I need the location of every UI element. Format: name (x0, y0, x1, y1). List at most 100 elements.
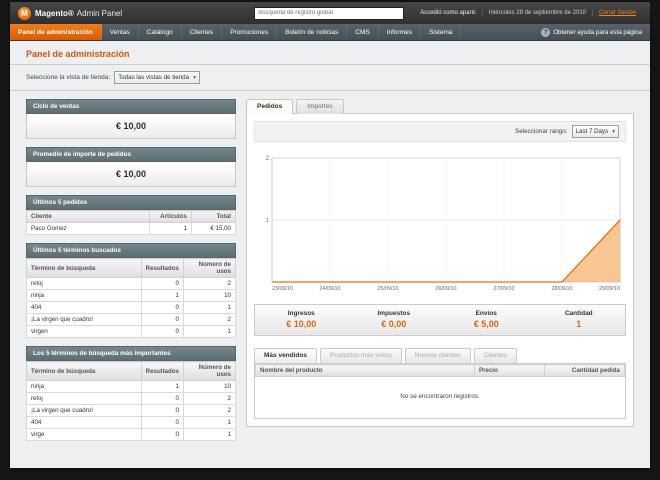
stat-value: € 10,00 (286, 319, 317, 329)
brand-name: Magento® (35, 8, 74, 18)
browser-viewport: M Magento® Admin Panel Accedió como apar… (10, 2, 650, 468)
main-nav: Panel de administración Ventas Catálogo … (10, 24, 650, 41)
top-search-table: Término de búsqueda Resultados Número de… (26, 361, 236, 441)
top-search-title: Los 5 términos de búsqueda más important… (26, 346, 236, 361)
table-row[interactable]: reloj 0 2 (26, 392, 236, 405)
tab-new-customers[interactable]: Nuevos clientes (404, 348, 471, 363)
table-row[interactable]: Paco Gomez 1 € 15,00 (26, 222, 236, 235)
stat-label: Impuestos (377, 310, 410, 317)
cell-uses: 1 (183, 428, 236, 441)
cell-results: 0 (140, 416, 185, 429)
svg-text:29/09/10: 29/09/10 (599, 286, 620, 292)
cell-uses: 2 (183, 277, 236, 290)
nav-item-customers[interactable]: Clientes (182, 24, 223, 40)
stat-value: € 5,00 (473, 319, 499, 329)
dashboard-left-column: Ciclo de ventas € 10,00 Promedio de impo… (26, 99, 236, 449)
store-view-row: Seleccione la vista de tienda: Todas las… (10, 65, 650, 91)
store-view-value: Todas las vistas de tienda (118, 74, 190, 81)
orders-chart: 1 2 23/09/10 24/09/10 25/09/10 26/09/10 27/09/… (266, 156, 621, 292)
stat-value: 1 (576, 319, 582, 329)
nav-item-promotions[interactable]: Promociones (222, 24, 278, 40)
nav-item-cms[interactable]: CMS (347, 24, 379, 40)
table-row[interactable]: virgen 0 1 (26, 325, 236, 338)
chevron-down-icon: ▾ (193, 74, 196, 81)
chevron-down-icon: ▾ (612, 128, 615, 135)
tab-customers[interactable]: Clientes (473, 348, 518, 363)
cell-results: 0 (140, 392, 185, 405)
page-title: Panel de administración (26, 49, 130, 59)
top-search-panel: Los 5 términos de búsqueda más important… (26, 346, 236, 441)
help-link[interactable]: ? Obtener ayuda para esta página (533, 24, 650, 40)
stat-shipping: Envíos € 5,00 (440, 305, 533, 335)
lifetime-sales-panel: Ciclo de ventas € 10,00 (26, 99, 236, 139)
cell-results: 0 (140, 313, 185, 326)
col-header: Precio (474, 364, 545, 377)
svg-text:1: 1 (266, 218, 270, 224)
last-search-table: Término de búsqueda Resultados Número de… (26, 258, 236, 338)
average-orders-title: Promedio de importe de pedidos (26, 147, 236, 162)
col-header: Artículos (149, 210, 192, 223)
cell-term: ¡La virgen que cuadro! (26, 404, 142, 417)
last-search-panel: Últimos 5 términos buscados Término de b… (26, 243, 236, 338)
tab-amounts[interactable]: Importes (296, 99, 344, 114)
table-row[interactable]: ninja 1 10 (26, 380, 236, 393)
average-orders-panel: Promedio de importe de pedidos € 10,00 (26, 147, 236, 187)
table-row[interactable]: ¡La virgen que cuadro! 0 2 (26, 404, 236, 417)
dashboard-right-column: Pedidos Importes Seleccionar rango: Last… (246, 99, 634, 449)
tab-most-viewed[interactable]: Productos más vistos (319, 348, 402, 363)
nav-item-sales[interactable]: Ventas (102, 24, 139, 40)
cell-results: 1 (140, 289, 185, 302)
cell-uses: 10 (183, 380, 236, 393)
tab-orders[interactable]: Pedidos (246, 99, 294, 114)
cell-results: 0 (140, 325, 185, 338)
nav-item-system[interactable]: Sistema (421, 24, 462, 40)
cell-term: ninja (26, 289, 142, 302)
product-tabs: Más vendidos Productos más vistos Nuevos… (254, 348, 626, 363)
stat-label: Ingresos (287, 310, 315, 317)
cell-term: 404 (26, 301, 142, 314)
cell-uses: 10 (183, 289, 236, 302)
range-select[interactable]: Last 7 Days ▾ (571, 125, 619, 138)
cell-total: € 15,00 (191, 222, 236, 235)
chart-tabs: Pedidos Importes (246, 99, 634, 114)
app-title: Admin Panel (76, 8, 123, 18)
cell-customer: Paco Gomez (26, 222, 150, 235)
nav-item-newsletter[interactable]: Boletín de noticias (277, 24, 348, 40)
tab-bestsellers[interactable]: Más vendidos (254, 348, 317, 363)
store-view-label: Seleccione la vista de tienda: (26, 74, 111, 81)
table-row[interactable]: 404 0 1 (26, 416, 236, 429)
cell-items: 1 (149, 222, 192, 235)
nav-item-dashboard[interactable]: Panel de administración (10, 24, 102, 40)
table-row[interactable]: 404 0 1 (26, 301, 236, 314)
stat-label: Cantidad (564, 310, 593, 317)
table-row[interactable]: reloj 0 2 (26, 277, 236, 290)
col-header: Término de búsqueda (26, 361, 142, 381)
cell-term: virgen (26, 325, 142, 338)
page-head: Panel de administración (10, 41, 650, 65)
logout-link[interactable]: Cerrar Sesión (591, 10, 642, 16)
admin-header: M Magento® Admin Panel Accedió como apar… (10, 2, 650, 24)
lifetime-sales-value: € 10,00 (26, 114, 236, 139)
table-row[interactable]: ¡La virgen que cuadro! 0 2 (26, 313, 236, 326)
stat-quantity: Cantidad 1 (533, 305, 626, 335)
range-row: Seleccionar rango: Last 7 Days ▾ (254, 121, 626, 142)
cell-results: 0 (140, 428, 185, 441)
last-orders-title: Últimos 5 pedidos (26, 195, 236, 210)
current-date: miércoles 29 de septiembre de 2010 (481, 10, 592, 16)
range-value: Last 7 Days (575, 128, 609, 135)
col-header: Total (191, 210, 236, 223)
last-orders-panel: Últimos 5 pedidos Cliente Artículos Tota… (26, 195, 236, 235)
col-header: Cliente (26, 210, 150, 223)
global-search-input[interactable] (254, 6, 405, 20)
table-row[interactable]: ninja 1 10 (26, 289, 236, 302)
chart-area: 1 2 23/09/10 24/09/10 25/09/10 26/09/10 27/09/… (254, 150, 626, 298)
cell-results: 0 (140, 404, 185, 417)
cell-uses: 2 (183, 404, 236, 417)
cell-term: reloj (26, 392, 142, 405)
nav-item-catalog[interactable]: Catálogo (139, 24, 182, 40)
cell-term: ninja (26, 380, 142, 393)
cell-results: 0 (140, 301, 185, 314)
store-view-select[interactable]: Todas las vistas de tienda ▾ (114, 71, 200, 84)
table-row[interactable]: virge 0 1 (26, 428, 236, 441)
nav-item-reports[interactable]: Informes (379, 24, 421, 40)
